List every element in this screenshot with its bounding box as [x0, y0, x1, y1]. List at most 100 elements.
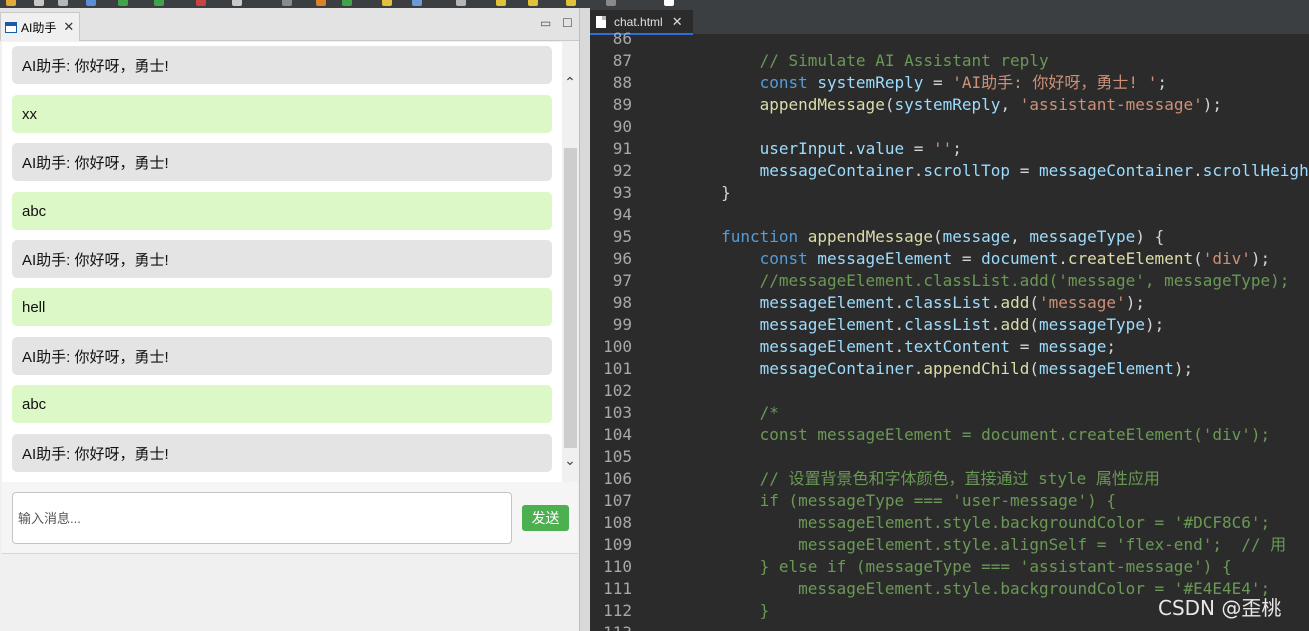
code-line[interactable]: 93 } — [590, 182, 1309, 204]
code-token: ); — [1250, 249, 1271, 268]
line-number: 87 — [612, 51, 632, 70]
line-number: 86 — [612, 29, 632, 48]
main-toolbar — [0, 0, 1309, 8]
scroll-up-icon[interactable]: ⌃ — [562, 74, 578, 90]
view-splitter[interactable] — [579, 8, 590, 631]
code-line[interactable]: 88 const systemReply = 'AI助手: 你好呀，勇士! '; — [590, 72, 1309, 94]
line-number: 104 — [603, 425, 632, 444]
code-line[interactable]: 95 function appendMessage(message, messa… — [590, 226, 1309, 248]
code-line[interactable]: 101 messageContainer.appendChild(message… — [590, 358, 1309, 380]
editor-tab-title: chat.html — [614, 14, 663, 29]
toolbar-icon[interactable] — [316, 0, 326, 6]
line-number: 109 — [603, 535, 632, 554]
toolbar-icon[interactable] — [154, 0, 164, 6]
code-text: userInput.value = ''; — [644, 138, 962, 160]
code-line[interactable]: 100 messageElement.textContent = message… — [590, 336, 1309, 358]
code-token: . — [894, 337, 905, 356]
assistant-message: AI助手: 你好呀，勇士! — [12, 434, 552, 472]
chat-scrollbar[interactable]: ⌃ ⌄ — [562, 42, 578, 482]
code-token: /* — [644, 403, 779, 422]
code-line[interactable]: 105 — [590, 446, 1309, 468]
line-number: 113 — [590, 622, 632, 631]
code-line[interactable]: 87 // Simulate AI Assistant reply — [590, 50, 1309, 72]
code-token: ) { — [1135, 227, 1165, 246]
code-line[interactable]: 113 — [590, 622, 1309, 631]
code-token: appendMessage — [807, 227, 933, 246]
code-token: textContent — [904, 337, 1011, 356]
code-line[interactable]: 104 const messageElement = document.crea… — [590, 424, 1309, 446]
code-token: ( — [933, 227, 943, 246]
toolbar-icon[interactable] — [34, 0, 44, 6]
ai-assistant-view: AI助手 ✕ ▭ ☐ AI助手: 你好呀，勇士! xx AI助手: 你好呀，勇士… — [0, 8, 582, 631]
code-line[interactable]: 110 } else if (messageType === 'assistan… — [590, 556, 1309, 578]
code-token: messageContainer — [1038, 161, 1194, 180]
code-token: messageContainer — [644, 161, 914, 180]
line-number: 88 — [612, 73, 632, 92]
line-number: 89 — [612, 95, 632, 114]
code-line[interactable]: 91 userInput.value = ''; — [590, 138, 1309, 160]
message-input[interactable] — [12, 492, 512, 544]
code-line[interactable]: 92 messageContainer.scrollTop = messageC… — [590, 160, 1309, 182]
code-token: . — [990, 315, 1001, 334]
code-text: } else if (messageType === 'assistant-me… — [644, 556, 1232, 578]
code-text: } — [644, 600, 770, 622]
toolbar-icon[interactable] — [232, 0, 242, 6]
toolbar-icon[interactable] — [342, 0, 352, 6]
toolbar-icon[interactable] — [118, 0, 128, 6]
code-token: = — [923, 73, 953, 92]
toolbar-icon[interactable] — [58, 0, 68, 6]
code-line[interactable]: 103 /* — [590, 402, 1309, 424]
code-line[interactable]: 90 — [590, 116, 1309, 138]
code-line[interactable]: 86 — [590, 28, 1309, 50]
toolbar-icon[interactable] — [282, 0, 292, 6]
code-text: appendMessage(systemReply, 'assistant-me… — [644, 94, 1222, 116]
code-line[interactable]: 107 if (messageType === 'user-message') … — [590, 490, 1309, 512]
input-bar: 发送 — [2, 482, 578, 554]
line-number: 110 — [603, 557, 632, 576]
toolbar-icon[interactable] — [382, 0, 392, 6]
code-token: messageElement — [644, 337, 895, 356]
code-token: appendChild — [923, 359, 1030, 378]
user-message: xx — [12, 95, 552, 133]
toolbar-icon[interactable] — [86, 0, 96, 6]
code-text: if (messageType === 'user-message') { — [644, 490, 1116, 512]
code-line[interactable]: 109 messageElement.style.alignSelf = 'fl… — [590, 534, 1309, 556]
code-token: messageElement.style.alignSelf = 'flex-e… — [644, 535, 1287, 554]
line-number: 102 — [603, 381, 632, 400]
code-line[interactable]: 99 messageElement.classList.add(messageT… — [590, 314, 1309, 336]
code-line[interactable]: 98 messageElement.classList.add('message… — [590, 292, 1309, 314]
toolbar-icon[interactable] — [456, 0, 466, 6]
watermark: CSDN @歪桃 — [1158, 596, 1282, 620]
view-empty-area — [2, 554, 578, 631]
code-text: const messageElement = document.createEl… — [644, 248, 1271, 270]
code-token: , — [1000, 95, 1020, 114]
code-token: document — [981, 249, 1059, 268]
toolbar-icon[interactable] — [606, 0, 616, 6]
toolbar-icon[interactable] — [496, 0, 506, 6]
code-token: messageContainer — [644, 359, 914, 378]
scroll-thumb[interactable] — [564, 148, 577, 448]
toolbar-icon[interactable] — [528, 0, 538, 6]
code-line[interactable]: 97 //messageElement.classList.add('messa… — [590, 270, 1309, 292]
send-button[interactable]: 发送 — [522, 505, 569, 531]
code-line[interactable]: 89 appendMessage(systemReply, 'assistant… — [590, 94, 1309, 116]
code-token: = — [904, 139, 934, 158]
code-line[interactable]: 94 — [590, 204, 1309, 226]
code-line[interactable]: 108 messageElement.style.backgroundColor… — [590, 512, 1309, 534]
code-line[interactable]: 106 // 设置背景色和字体颜色，直接通过 style 属性应用 — [590, 468, 1309, 490]
tab-ai-assistant[interactable]: AI助手 ✕ — [0, 12, 80, 41]
user-message: abc — [12, 192, 552, 230]
toolbar-icon[interactable] — [196, 0, 206, 6]
code-line[interactable]: 96 const messageElement = document.creat… — [590, 248, 1309, 270]
code-token: 'message' — [1038, 293, 1126, 312]
close-icon[interactable]: ✕ — [63, 19, 74, 35]
scroll-down-icon[interactable]: ⌄ — [562, 452, 578, 468]
maximize-icon[interactable]: ☐ — [562, 16, 573, 30]
code-token: scrollTop — [923, 161, 1011, 180]
toolbar-icon[interactable] — [566, 0, 576, 6]
toolbar-icon[interactable] — [412, 0, 422, 6]
code-line[interactable]: 102 — [590, 380, 1309, 402]
minimize-icon[interactable]: ▭ — [540, 16, 551, 30]
toolbar-icon[interactable] — [664, 0, 674, 6]
toolbar-icon[interactable] — [6, 0, 16, 6]
